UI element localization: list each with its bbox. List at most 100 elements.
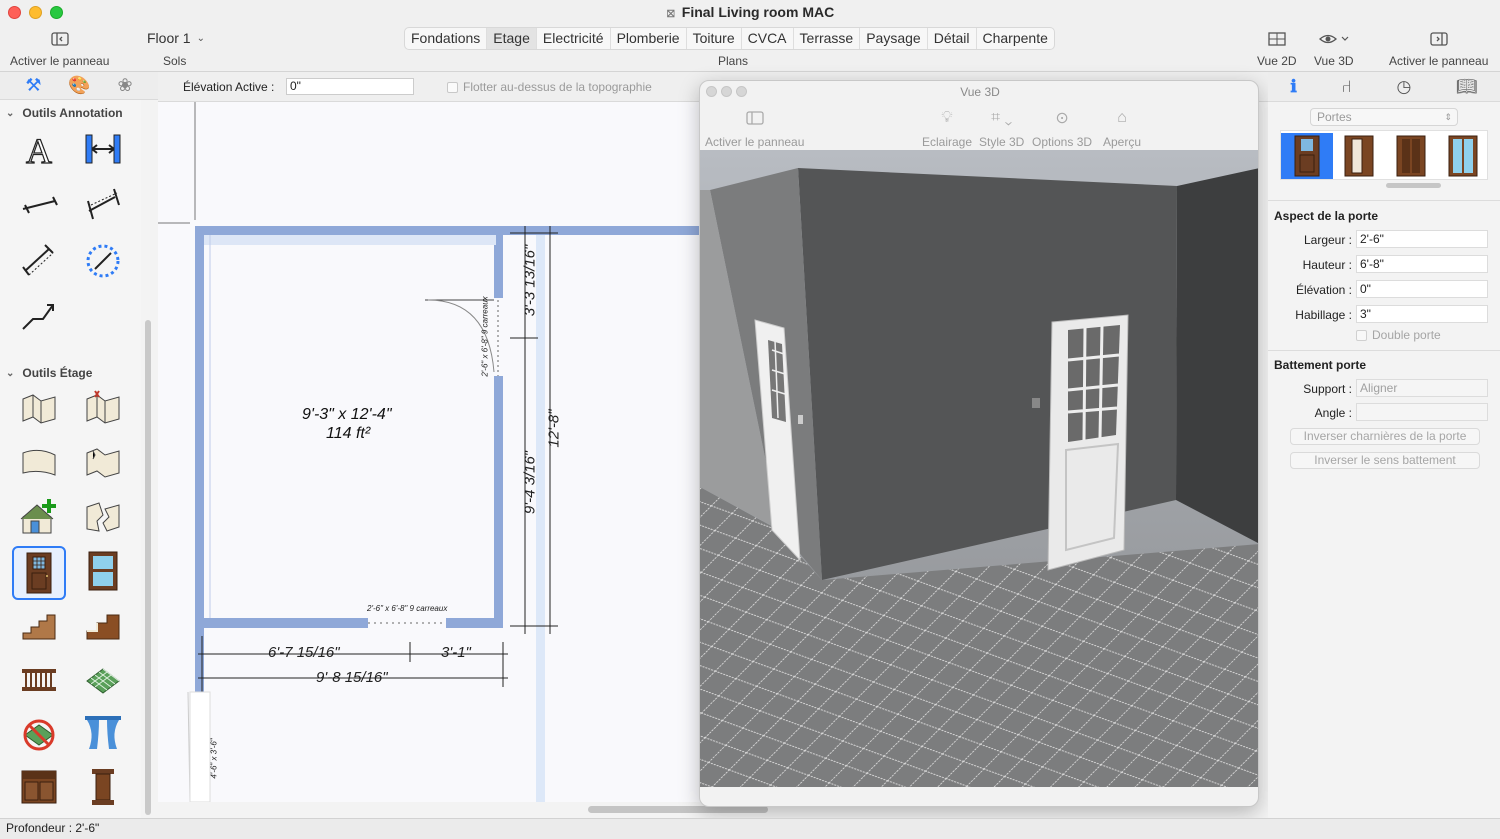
plan-tabs: Fondations Etage Electricité Plomberie T…	[404, 27, 1055, 50]
sidebar-left-icon	[51, 28, 69, 50]
floor-tile-tool[interactable]	[78, 654, 128, 704]
door-style-glass-double[interactable]	[1437, 133, 1489, 179]
wall-break-tool[interactable]	[78, 492, 128, 542]
window-tool[interactable]	[78, 546, 128, 596]
chair-icon[interactable]: ⑁	[1342, 77, 1352, 97]
float-above-terrain-checkbox[interactable]: Flotter au-dessus de la topographie	[447, 80, 652, 94]
radial-dimension-tool[interactable]	[78, 236, 128, 286]
diagonal-dimension-tool[interactable]	[14, 236, 64, 286]
flip-swing-button[interactable]: Inverser le sens battement	[1290, 452, 1480, 469]
floor-tile-icon	[86, 668, 120, 694]
options-3d-button[interactable]: ⊙ Options 3D	[1032, 107, 1092, 149]
angled-dimension-icon	[87, 188, 120, 220]
wall-split-tool[interactable]	[78, 438, 128, 488]
door-style-scrollbar[interactable]	[1386, 183, 1441, 188]
view-2d-button[interactable]: Vue 2D	[1257, 28, 1297, 68]
door-style-panel[interactable]	[1333, 133, 1385, 179]
door-style-glass-panel[interactable]	[1281, 133, 1333, 179]
tab-terrasse[interactable]: Terrasse	[794, 28, 861, 49]
house-add-icon	[20, 499, 56, 534]
tab-electricite[interactable]: Electricité	[537, 28, 611, 49]
info-icon[interactable]: ℹ	[1290, 77, 1296, 97]
stairs-tool[interactable]	[14, 600, 64, 650]
style-3d-label: Style 3D	[979, 135, 1025, 149]
view-3d-button[interactable]: Vue 3D	[1314, 28, 1354, 68]
curved-wall-tool[interactable]	[14, 438, 64, 488]
casing-row: Habillage : 3"	[1274, 305, 1494, 325]
flip-hinges-button[interactable]: Inverser charnières de la porte	[1290, 428, 1480, 445]
line-dimension-tool[interactable]	[14, 180, 64, 230]
section-annotation-header[interactable]: ⌄ Outils Annotation	[6, 106, 123, 120]
tab-fondations[interactable]: Fondations	[405, 28, 488, 49]
tab-charpente[interactable]: Charpente	[977, 28, 1054, 49]
document-icon: ⛝	[666, 9, 675, 20]
support-select[interactable]: Aligner	[1356, 379, 1488, 397]
view-2d-label: Vue 2D	[1257, 54, 1297, 68]
wall-top[interactable]	[195, 226, 700, 235]
wall-edit-tool[interactable]	[78, 384, 128, 434]
height-label: Hauteur :	[1302, 258, 1352, 272]
wall-bottom-right[interactable]	[446, 618, 503, 628]
svg-text:A: A	[26, 131, 52, 169]
height-field[interactable]: 6'-8"	[1356, 255, 1488, 273]
section-etage-label: Outils Étage	[22, 366, 93, 380]
toggle-right-panel-button[interactable]: Activer le panneau	[1389, 28, 1488, 68]
landing-stairs-tool[interactable]	[78, 600, 128, 650]
door-label-right: 2'-6" x 6'-8" 9 carreaux	[480, 296, 490, 377]
double-door-checkbox[interactable]: Double porte	[1356, 328, 1441, 342]
3d-viewport[interactable]	[700, 150, 1258, 787]
arrow-tool[interactable]	[14, 290, 64, 340]
active-elevation-label: Élévation Active :	[183, 80, 275, 94]
casing-label: Habillage :	[1295, 308, 1352, 322]
casing-field[interactable]: 3"	[1356, 305, 1488, 323]
tab-toiture[interactable]: Toiture	[687, 28, 742, 49]
3d-panel-toggle-button[interactable]: Activer le panneau	[705, 107, 804, 149]
floor-select[interactable]: Floor 1 ⌄	[140, 27, 212, 49]
palette-icon[interactable]: 🎨	[68, 75, 90, 96]
lighting-label: Eclairage	[922, 135, 973, 149]
elevation-field[interactable]: 0"	[1356, 280, 1488, 298]
lighting-button[interactable]: 💡︎ Eclairage	[922, 107, 972, 149]
arrow-icon	[22, 304, 54, 330]
angle-field[interactable]	[1356, 403, 1488, 421]
category-popup[interactable]: Portes ⇕	[1310, 108, 1458, 126]
floor-plan-canvas[interactable]: 9'-3" x 12'-4" 114 ft² 3'-3 13/16" 9'-4 …	[158, 102, 700, 802]
wall-tool[interactable]	[14, 384, 64, 434]
toggle-left-panel-button[interactable]: Activer le panneau	[10, 28, 109, 68]
landing-stairs-icon	[86, 614, 120, 640]
dimension-tool[interactable]	[78, 124, 128, 174]
door-icon	[26, 552, 52, 594]
room-tool[interactable]	[14, 492, 64, 542]
plan-horizontal-scrollbar[interactable]	[588, 806, 768, 813]
curtain-tool[interactable]	[78, 708, 128, 758]
active-elevation-input[interactable]: 0"	[286, 78, 414, 95]
left-palette-scrollbar[interactable]	[145, 320, 151, 815]
door-tool[interactable]	[12, 546, 66, 600]
column-tool[interactable]	[78, 762, 128, 812]
text-tool[interactable]: A	[14, 124, 64, 174]
railing-tool[interactable]	[14, 654, 64, 704]
door-label-bottom: 2'-6" x 6'-8" 9 carreaux	[367, 604, 448, 613]
room-dimensions-label: 9'-3" x 12'-4"	[302, 406, 392, 423]
tab-detail[interactable]: Détail	[928, 28, 977, 49]
timer-icon[interactable]: ◷	[1396, 77, 1411, 97]
door-style-double[interactable]	[1385, 133, 1437, 179]
book-icon[interactable]: 📖︎	[1456, 77, 1478, 97]
cabinet-tool[interactable]	[14, 762, 64, 812]
width-field[interactable]: 2'-6"	[1356, 230, 1488, 248]
hammer-icon[interactable]: ⚒	[25, 75, 41, 96]
tree-icon[interactable]: ❀	[118, 75, 133, 96]
tab-cvca[interactable]: CVCA	[742, 28, 794, 49]
style-3d-button[interactable]: ⌗ ⌄ Style 3D	[979, 107, 1024, 149]
tab-paysage[interactable]: Paysage	[860, 28, 928, 49]
circle-dimension-icon	[86, 244, 120, 278]
preview-button[interactable]: ⌂ Aperçu	[1103, 107, 1141, 149]
section-etage-header[interactable]: ⌄ Outils Étage	[6, 366, 92, 380]
wall-bottom-left[interactable]	[195, 618, 368, 628]
wall-right-lower[interactable]	[494, 376, 503, 628]
angled-dimension-tool[interactable]	[78, 180, 128, 230]
tab-etage[interactable]: Etage	[487, 28, 537, 49]
preview-label: Aperçu	[1103, 135, 1142, 149]
tab-plomberie[interactable]: Plomberie	[611, 28, 687, 49]
no-floor-tool[interactable]	[14, 708, 64, 758]
